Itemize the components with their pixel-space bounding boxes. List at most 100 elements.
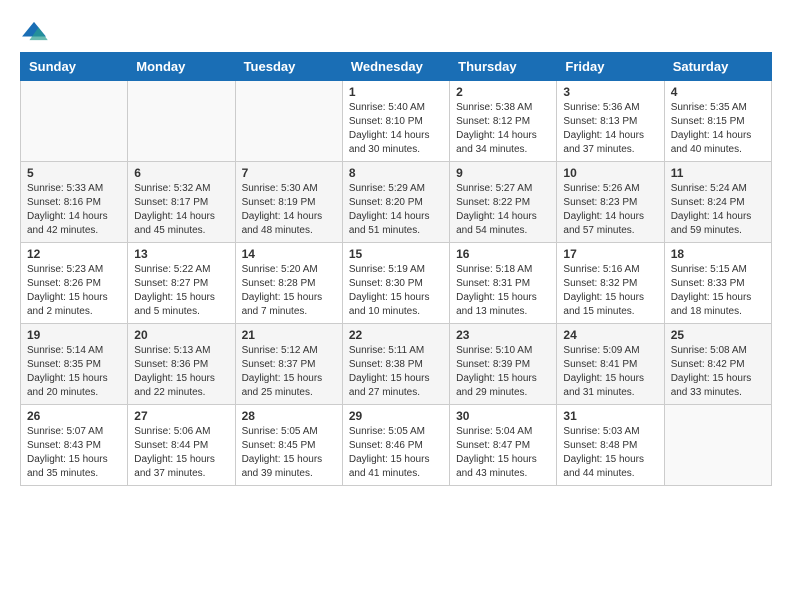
day-number: 31	[563, 409, 657, 423]
day-number: 2	[456, 85, 550, 99]
day-number: 4	[671, 85, 765, 99]
day-number: 15	[349, 247, 443, 261]
cell-content: Sunrise: 5:38 AM Sunset: 8:12 PM Dayligh…	[456, 101, 550, 157]
calendar-cell: 23 Sunrise: 5:10 AM Sunset: 8:39 PM Dayli…	[450, 324, 557, 405]
calendar-cell: 30 Sunrise: 5:04 AM Sunset: 8:47 PM Dayli…	[450, 405, 557, 486]
calendar-cell: 27 Sunrise: 5:06 AM Sunset: 8:44 PM Dayli…	[128, 405, 235, 486]
calendar-week-row: 12 Sunrise: 5:23 AM Sunset: 8:26 PM Dayli…	[21, 243, 772, 324]
calendar-cell	[21, 81, 128, 162]
calendar-cell: 2 Sunrise: 5:38 AM Sunset: 8:12 PM Daylig…	[450, 81, 557, 162]
calendar-cell: 22 Sunrise: 5:11 AM Sunset: 8:38 PM Dayli…	[342, 324, 449, 405]
day-header-saturday: Saturday	[664, 53, 771, 81]
cell-content: Sunrise: 5:10 AM Sunset: 8:39 PM Dayligh…	[456, 344, 550, 400]
day-number: 12	[27, 247, 121, 261]
calendar-cell: 9 Sunrise: 5:27 AM Sunset: 8:22 PM Daylig…	[450, 162, 557, 243]
cell-content: Sunrise: 5:12 AM Sunset: 8:37 PM Dayligh…	[242, 344, 336, 400]
cell-content: Sunrise: 5:40 AM Sunset: 8:10 PM Dayligh…	[349, 101, 443, 157]
day-number: 5	[27, 166, 121, 180]
calendar-cell: 25 Sunrise: 5:08 AM Sunset: 8:42 PM Dayli…	[664, 324, 771, 405]
day-number: 7	[242, 166, 336, 180]
day-header-sunday: Sunday	[21, 53, 128, 81]
day-number: 9	[456, 166, 550, 180]
calendar-header-row: SundayMondayTuesdayWednesdayThursdayFrid…	[21, 53, 772, 81]
calendar-cell	[128, 81, 235, 162]
day-number: 14	[242, 247, 336, 261]
calendar-cell: 6Sunrise: 5:32 AM Sunset: 8:17 PM Daylig…	[128, 162, 235, 243]
cell-content: Sunrise: 5:15 AM Sunset: 8:33 PM Dayligh…	[671, 263, 765, 319]
calendar-cell: 15 Sunrise: 5:19 AM Sunset: 8:30 PM Dayli…	[342, 243, 449, 324]
cell-content: Sunrise: 5:26 AM Sunset: 8:23 PM Dayligh…	[563, 182, 657, 238]
calendar-cell: 5 Sunrise: 5:33 AM Sunset: 8:16 PM Daylig…	[21, 162, 128, 243]
calendar-cell: 7 Sunrise: 5:30 AM Sunset: 8:19 PM Daylig…	[235, 162, 342, 243]
logo	[20, 20, 52, 42]
day-number: 24	[563, 328, 657, 342]
cell-content: Sunrise: 5:11 AM Sunset: 8:38 PM Dayligh…	[349, 344, 443, 400]
calendar-cell: 1 Sunrise: 5:40 AM Sunset: 8:10 PM Daylig…	[342, 81, 449, 162]
day-number: 3	[563, 85, 657, 99]
cell-content: Sunrise: 5:33 AM Sunset: 8:16 PM Dayligh…	[27, 182, 121, 238]
cell-content: Sunrise: 5:06 AM Sunset: 8:44 PM Dayligh…	[134, 425, 228, 481]
calendar-cell: 17Sunrise: 5:16 AM Sunset: 8:32 PM Dayli…	[557, 243, 664, 324]
day-number: 10	[563, 166, 657, 180]
calendar-cell: 4 Sunrise: 5:35 AM Sunset: 8:15 PM Daylig…	[664, 81, 771, 162]
day-header-friday: Friday	[557, 53, 664, 81]
day-number: 23	[456, 328, 550, 342]
calendar-cell: 10 Sunrise: 5:26 AM Sunset: 8:23 PM Dayli…	[557, 162, 664, 243]
cell-content: Sunrise: 5:23 AM Sunset: 8:26 PM Dayligh…	[27, 263, 121, 319]
calendar-cell: 29Sunrise: 5:05 AM Sunset: 8:46 PM Dayli…	[342, 405, 449, 486]
calendar-week-row: 5 Sunrise: 5:33 AM Sunset: 8:16 PM Daylig…	[21, 162, 772, 243]
day-header-wednesday: Wednesday	[342, 53, 449, 81]
day-number: 20	[134, 328, 228, 342]
cell-content: Sunrise: 5:08 AM Sunset: 8:42 PM Dayligh…	[671, 344, 765, 400]
calendar-cell: 14 Sunrise: 5:20 AM Sunset: 8:28 PM Dayli…	[235, 243, 342, 324]
day-header-tuesday: Tuesday	[235, 53, 342, 81]
cell-content: Sunrise: 5:36 AM Sunset: 8:13 PM Dayligh…	[563, 101, 657, 157]
cell-content: Sunrise: 5:20 AM Sunset: 8:28 PM Dayligh…	[242, 263, 336, 319]
cell-content: Sunrise: 5:09 AM Sunset: 8:41 PM Dayligh…	[563, 344, 657, 400]
day-number: 8	[349, 166, 443, 180]
day-number: 1	[349, 85, 443, 99]
day-number: 22	[349, 328, 443, 342]
day-number: 19	[27, 328, 121, 342]
header	[20, 20, 772, 42]
day-number: 28	[242, 409, 336, 423]
calendar-cell: 18 Sunrise: 5:15 AM Sunset: 8:33 PM Dayli…	[664, 243, 771, 324]
day-number: 18	[671, 247, 765, 261]
calendar-cell: 12 Sunrise: 5:23 AM Sunset: 8:26 PM Dayli…	[21, 243, 128, 324]
cell-content: Sunrise: 5:03 AM Sunset: 8:48 PM Dayligh…	[563, 425, 657, 481]
day-number: 30	[456, 409, 550, 423]
calendar-cell	[235, 81, 342, 162]
calendar-cell: 31 Sunrise: 5:03 AM Sunset: 8:48 PM Dayli…	[557, 405, 664, 486]
calendar-cell: 8Sunrise: 5:29 AM Sunset: 8:20 PM Daylig…	[342, 162, 449, 243]
cell-content: Sunrise: 5:07 AM Sunset: 8:43 PM Dayligh…	[27, 425, 121, 481]
calendar-cell: 11Sunrise: 5:24 AM Sunset: 8:24 PM Dayli…	[664, 162, 771, 243]
cell-content: Sunrise: 5:14 AM Sunset: 8:35 PM Dayligh…	[27, 344, 121, 400]
cell-content: Sunrise: 5:04 AM Sunset: 8:47 PM Dayligh…	[456, 425, 550, 481]
cell-content: Sunrise: 5:16 AM Sunset: 8:32 PM Dayligh…	[563, 263, 657, 319]
cell-content: Sunrise: 5:30 AM Sunset: 8:19 PM Dayligh…	[242, 182, 336, 238]
day-number: 29	[349, 409, 443, 423]
calendar-week-row: 26Sunrise: 5:07 AM Sunset: 8:43 PM Dayli…	[21, 405, 772, 486]
day-number: 21	[242, 328, 336, 342]
day-header-thursday: Thursday	[450, 53, 557, 81]
calendar-cell: 20 Sunrise: 5:13 AM Sunset: 8:36 PM Dayli…	[128, 324, 235, 405]
cell-content: Sunrise: 5:18 AM Sunset: 8:31 PM Dayligh…	[456, 263, 550, 319]
cell-content: Sunrise: 5:13 AM Sunset: 8:36 PM Dayligh…	[134, 344, 228, 400]
day-number: 6	[134, 166, 228, 180]
calendar-cell: 24 Sunrise: 5:09 AM Sunset: 8:41 PM Dayli…	[557, 324, 664, 405]
day-header-monday: Monday	[128, 53, 235, 81]
calendar-cell: 3 Sunrise: 5:36 AM Sunset: 8:13 PM Daylig…	[557, 81, 664, 162]
calendar-week-row: 19 Sunrise: 5:14 AM Sunset: 8:35 PM Dayli…	[21, 324, 772, 405]
cell-content: Sunrise: 5:27 AM Sunset: 8:22 PM Dayligh…	[456, 182, 550, 238]
calendar-cell: 21 Sunrise: 5:12 AM Sunset: 8:37 PM Dayli…	[235, 324, 342, 405]
day-number: 27	[134, 409, 228, 423]
cell-content: Sunrise: 5:19 AM Sunset: 8:30 PM Dayligh…	[349, 263, 443, 319]
cell-content: Sunrise: 5:35 AM Sunset: 8:15 PM Dayligh…	[671, 101, 765, 157]
calendar-cell: 13Sunrise: 5:22 AM Sunset: 8:27 PM Dayli…	[128, 243, 235, 324]
day-number: 25	[671, 328, 765, 342]
calendar-cell	[664, 405, 771, 486]
day-number: 11	[671, 166, 765, 180]
calendar-cell: 19 Sunrise: 5:14 AM Sunset: 8:35 PM Dayli…	[21, 324, 128, 405]
calendar-cell: 26Sunrise: 5:07 AM Sunset: 8:43 PM Dayli…	[21, 405, 128, 486]
calendar-cell: 16Sunrise: 5:18 AM Sunset: 8:31 PM Dayli…	[450, 243, 557, 324]
